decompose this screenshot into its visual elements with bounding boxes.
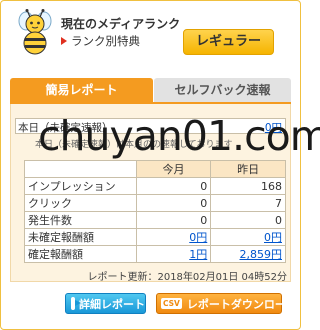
triangle-bullet-icon <box>61 37 67 45</box>
this-month-value: 0 <box>135 194 212 212</box>
rank-benefit-link[interactable]: ランク別特典 <box>61 33 140 49</box>
table-row: 未確定報酬額 0円 0円 <box>24 228 286 246</box>
detail-report-label: 詳細レポート <box>79 297 145 311</box>
yesterday-value: 168 <box>210 177 286 195</box>
row-label: クリック <box>24 194 137 212</box>
watermark-text: chuyan01.com <box>38 112 320 160</box>
table-header-blank <box>24 160 137 178</box>
yesterday-value-link[interactable]: 2,859円 <box>210 245 286 263</box>
table-header-this-month: 今月 <box>135 160 212 178</box>
rank-badge: レギュラー <box>183 29 274 55</box>
yesterday-value-link[interactable]: 0円 <box>210 228 286 246</box>
rank-benefit-label: ランク別特典 <box>71 34 140 48</box>
this-month-value: 0 <box>135 211 212 229</box>
report-tabs: 簡易レポート セルフバック速報 <box>10 78 291 102</box>
bee-mascot-icon <box>15 9 55 55</box>
tab-selfback-report[interactable]: セルフバック速報 <box>154 78 291 102</box>
yesterday-value: 7 <box>210 194 286 212</box>
table-row: クリック 0 7 <box>24 194 286 212</box>
this-month-value-link[interactable]: 0円 <box>135 228 212 246</box>
row-label: インプレッション <box>24 177 137 195</box>
media-rank-title: 現在のメディアランク <box>61 17 181 31</box>
table-header-row: 今月 昨日 <box>24 160 286 178</box>
table-header-yesterday: 昨日 <box>210 160 286 178</box>
this-month-value: 0 <box>135 177 212 195</box>
tab-simple-report[interactable]: 簡易レポート <box>10 78 153 102</box>
yesterday-value: 0 <box>210 211 286 229</box>
arrow-right-icon <box>71 297 81 310</box>
csv-icon: CSV <box>161 298 182 309</box>
table-row: 確定報酬額 1円 2,859円 <box>24 245 286 263</box>
row-label: 発生件数 <box>24 211 137 229</box>
report-updated-time: レポート更新：2018年02月01日 04時52分 <box>87 272 287 283</box>
row-label: 確定報酬額 <box>24 245 137 263</box>
rank-header: 現在のメディアランク ランク別特典 レギュラー <box>3 3 296 59</box>
stats-table: 今月 昨日 インプレッション 0 168 クリック 0 7 発生件数 0 0 未… <box>24 160 286 263</box>
table-row: インプレッション 0 168 <box>24 177 286 195</box>
detail-report-button[interactable]: 詳細レポート <box>65 293 146 314</box>
report-download-label: レポートダウンロード <box>186 297 297 311</box>
table-row: 発生件数 0 0 <box>24 211 286 229</box>
row-label: 未確定報酬額 <box>24 228 137 246</box>
this-month-value-link[interactable]: 1円 <box>135 245 212 263</box>
report-download-button[interactable]: CSV レポートダウンロード <box>156 293 297 314</box>
